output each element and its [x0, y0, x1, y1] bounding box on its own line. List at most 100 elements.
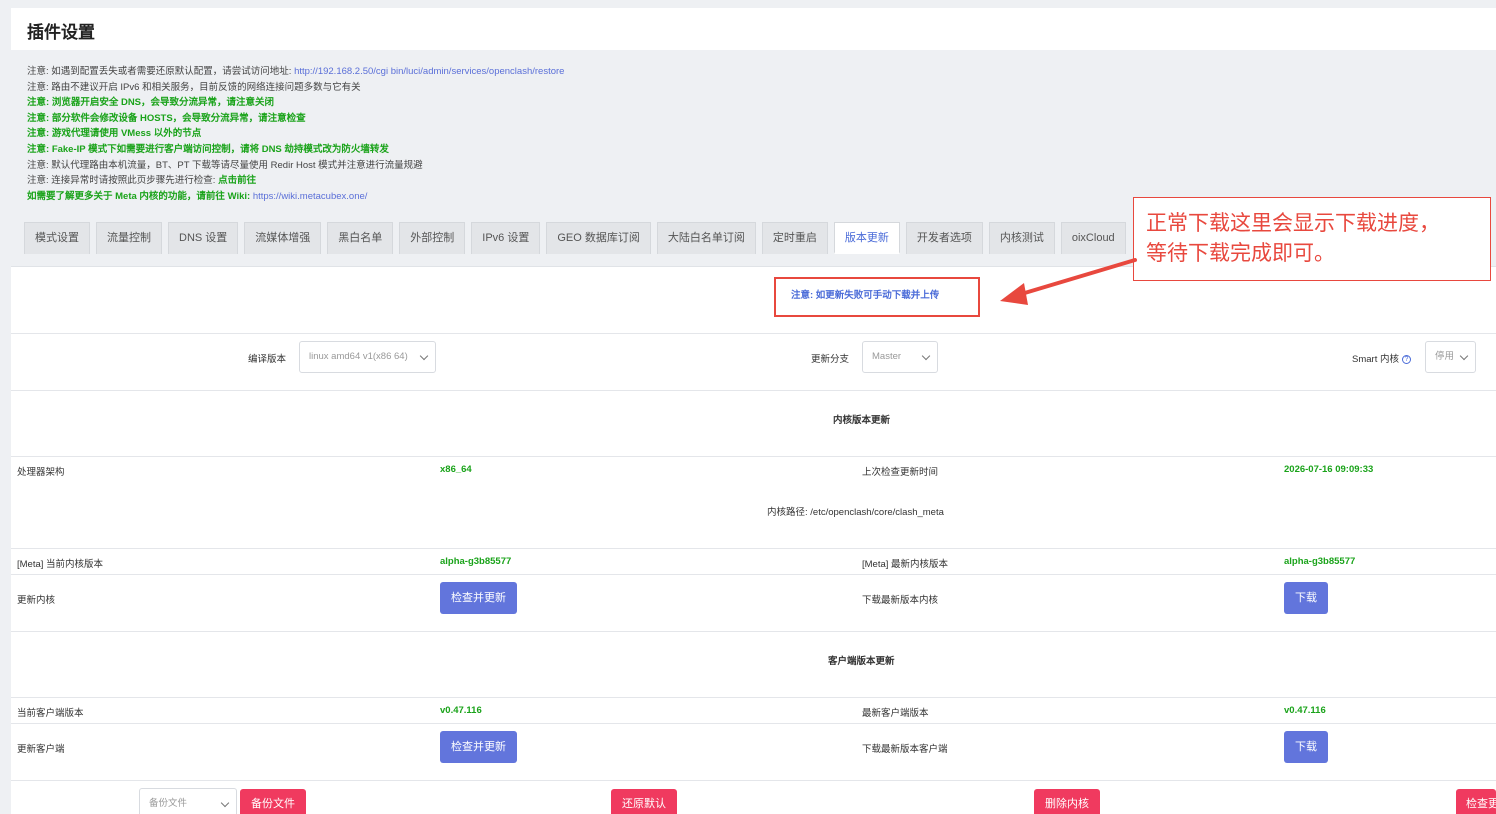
divider: [11, 456, 1496, 457]
note-text: 路由不建议开启 IPv6 和相关服务，目前反馈的网络连接问题多数与它有关: [51, 81, 361, 93]
note-prefix: 注意:: [27, 128, 52, 140]
chevron-down-icon: [921, 351, 931, 361]
note-line: 注意: 如遇到配置丢失或者需要还原默认配置，请尝试访问地址: http://19…: [27, 64, 564, 80]
note-text: 浏览器开启安全 DNS，会导致分流异常，请注意关闭: [51, 97, 275, 109]
tab-item[interactable]: 定时重启: [761, 222, 828, 254]
divider: [11, 390, 1496, 391]
note-line: 注意: 默认代理路由本机流量，BT、PT 下载等请尽量使用 Redir Host…: [27, 158, 564, 174]
note-line: 注意: Fake-IP 模式下如需要进行客户端访问控制，请将 DNS 劫持模式改…: [27, 142, 564, 158]
tab-item[interactable]: 版本更新: [833, 222, 900, 254]
note-line: 注意: 部分软件会修改设备 HOSTS，会导致分流异常，请注意检查: [27, 111, 564, 127]
current-core-label: [Meta] 当前内核版本: [17, 559, 104, 570]
update-branch-label: 更新分支: [811, 354, 850, 365]
note-prefix: 注意:: [27, 159, 52, 171]
tab-item[interactable]: 流媒体增强: [244, 222, 322, 254]
restore-default-button[interactable]: 还原默认: [611, 789, 677, 814]
core-path: 内核路径: /etc/openclash/core/clash_meta: [767, 507, 944, 518]
tab-item[interactable]: 模式设置: [24, 222, 90, 254]
callout-line-1: 正常下载这里会显示下载进度，: [1146, 211, 1440, 235]
tab-item[interactable]: GEO 数据库订阅: [546, 222, 651, 254]
chevron-down-icon: [1459, 351, 1469, 361]
note-text: 游戏代理请使用 VMess 以外的节点: [51, 128, 202, 140]
backup-file-value: 备份文件: [149, 798, 188, 809]
note-text: 默认代理路由本机流量，BT、PT 下载等请尽量使用 Redir Host 模式并…: [51, 159, 423, 171]
chevron-down-icon: [419, 351, 429, 361]
divider: [11, 631, 1496, 632]
tab-item[interactable]: 开发者选项: [905, 222, 983, 254]
note-prefix: 注意:: [27, 81, 52, 93]
update-panel: [11, 266, 1496, 814]
divider: [11, 574, 1496, 575]
last-check-value: 2026-07-16 09:09:33: [1284, 464, 1374, 475]
note-line: 注意: 连接异常时请按照此页步骤先进行检查: 点击前往: [27, 173, 564, 189]
download-core-label: 下载最新版本内核: [862, 595, 939, 606]
check-update-client-button[interactable]: 检查并更新: [440, 731, 517, 763]
callout-line-2: 等待下载完成即可。: [1146, 241, 1335, 265]
update-client-label: 更新客户端: [17, 744, 65, 755]
arch-value: x86_64: [440, 464, 472, 475]
tab-item[interactable]: 黑白名单: [327, 222, 394, 254]
backup-file-button[interactable]: 备份文件: [240, 789, 306, 814]
note-text: 如遇到配置丢失或者需要还原默认配置，请尝试访问地址:: [51, 66, 295, 77]
latest-core-label: [Meta] 最新内核版本: [862, 559, 949, 570]
compile-version-label: 编译版本: [248, 354, 287, 365]
latest-client-value: v0.47.116: [1284, 705, 1326, 716]
note-prefix: 注意:: [27, 175, 52, 187]
smart-core-label-text: Smart 内核: [1352, 354, 1399, 365]
page-header: 插件设置: [11, 8, 1496, 50]
update-branch-select[interactable]: Master: [862, 341, 938, 373]
compile-version-select[interactable]: linux amd64 v1(x86 64): [299, 341, 436, 373]
last-check-label: 上次检查更新时间: [862, 467, 939, 478]
update-branch-value: Master: [872, 351, 902, 362]
page-title: 插件设置: [27, 23, 95, 42]
download-client-button[interactable]: 下载: [1284, 731, 1328, 763]
smart-core-value: 停用: [1435, 351, 1455, 362]
note-link[interactable]: https://wiki.metacubex.one/: [253, 191, 368, 202]
core-section-title: 内核版本更新: [833, 415, 891, 426]
check-update-core-button[interactable]: 检查并更新: [440, 582, 517, 614]
note-line: 注意: 游戏代理请使用 VMess 以外的节点: [27, 126, 564, 142]
help-icon[interactable]: ?: [1401, 355, 1411, 364]
tab-item[interactable]: 外部控制: [399, 222, 466, 254]
notes-list: 注意: 如遇到配置丢失或者需要还原默认配置，请尝试访问地址: http://19…: [27, 64, 564, 204]
tab-item[interactable]: DNS 设置: [168, 222, 239, 254]
client-section-title: 客户端版本更新: [828, 656, 895, 667]
annotation-callout: 正常下载这里会显示下载进度， 等待下载完成即可。: [1133, 197, 1491, 281]
note-prefix: 注意:: [27, 143, 52, 155]
note-line: 注意: 浏览器开启安全 DNS，会导致分流异常，请注意关闭: [27, 95, 564, 111]
delete-core-button[interactable]: 删除内核: [1034, 789, 1100, 814]
note-prefix: 注意:: [27, 112, 52, 124]
update-core-label: 更新内核: [17, 595, 56, 606]
compile-version-value: linux amd64 v1(x86 64): [309, 351, 408, 362]
tab-item[interactable]: IPv6 设置: [471, 222, 541, 254]
note-text: 连接异常时请按照此页步骤先进行检查:: [51, 175, 219, 187]
arch-label: 处理器架构: [17, 467, 65, 478]
latest-client-label: 最新客户端版本: [862, 708, 929, 719]
divider: [11, 333, 1496, 334]
current-client-label: 当前客户端版本: [17, 708, 84, 719]
note-goto-link[interactable]: 点击前往: [218, 175, 256, 186]
chevron-down-icon: [220, 798, 230, 808]
note-prefix: 注意:: [27, 66, 52, 77]
divider: [11, 723, 1496, 724]
check-update-button[interactable]: 检查更: [1456, 789, 1496, 814]
download-core-button[interactable]: 下载: [1284, 582, 1328, 614]
smart-core-select[interactable]: 停用: [1425, 341, 1476, 373]
download-client-label: 下载最新版本客户端: [862, 744, 948, 755]
note-line: 如需要了解更多关于 Meta 内核的功能，请前往 Wiki: https://w…: [27, 189, 564, 205]
divider: [11, 780, 1496, 781]
current-client-value: v0.47.116: [440, 705, 482, 716]
smart-core-label: Smart 内核?: [1352, 351, 1411, 365]
note-text: 部分软件会修改设备 HOSTS，会导致分流异常，请注意检查: [51, 112, 306, 124]
note-line: 注意: 路由不建议开启 IPv6 和相关服务，目前反馈的网络连接问题多数与它有关: [27, 80, 564, 96]
note-prefix: 注意:: [27, 97, 52, 109]
update-notice: 注意: 如更新失败可手动下载并上传: [791, 290, 940, 301]
backup-file-select[interactable]: 备份文件: [139, 788, 237, 814]
note-link[interactable]: http://192.168.2.50/cgi bin/luci/admin/s…: [294, 66, 564, 77]
note-text: 如需要了解更多关于 Meta 内核的功能，请前往 Wiki:: [27, 190, 253, 202]
tab-item[interactable]: 流量控制: [96, 222, 162, 254]
tab-item[interactable]: 大陆白名单订阅: [656, 222, 756, 254]
note-text: Fake-IP 模式下如需要进行客户端访问控制，请将 DNS 劫持模式改为防火墙…: [51, 143, 389, 155]
tab-bar: 模式设置 流量控制 DNS 设置 流媒体增强 黑白名单 外部控制 IPv6 设置 GEO 数据…: [24, 222, 1132, 254]
annotation-arrow-icon: [1000, 258, 1137, 305]
